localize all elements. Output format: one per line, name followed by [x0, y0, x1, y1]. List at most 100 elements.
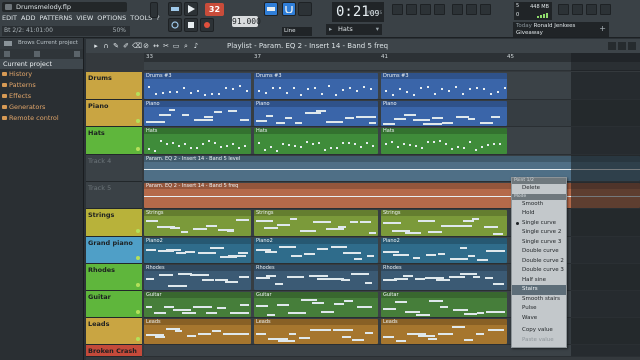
- help-icon[interactable]: [572, 4, 583, 15]
- pattern-clip[interactable]: Piano: [144, 101, 251, 126]
- pattern-clip[interactable]: Guitar: [254, 292, 378, 317]
- pencil-icon[interactable]: ✎: [112, 42, 120, 50]
- collapse-icon[interactable]: [4, 51, 10, 57]
- browser-view-button[interactable]: [466, 4, 477, 15]
- audio-settings-icon[interactable]: [586, 4, 597, 15]
- browser-item-generators[interactable]: Generators: [0, 102, 83, 113]
- download-icon[interactable]: [558, 4, 569, 15]
- track-header[interactable]: Drums: [86, 72, 142, 100]
- current-project-folder[interactable]: Current project: [0, 59, 83, 69]
- pattern-clip[interactable]: Hats: [254, 128, 378, 154]
- delete-tool-icon[interactable]: ⌫: [132, 42, 142, 50]
- track-enable-led[interactable]: [136, 310, 140, 314]
- track-header[interactable]: Rhodes: [86, 264, 142, 291]
- pattern-clip[interactable]: Leads: [144, 319, 251, 344]
- track-lane[interactable]: Hats Hats Hats: [144, 127, 640, 155]
- select-tool-icon[interactable]: ▭: [172, 42, 180, 50]
- track-enable-led[interactable]: [136, 92, 140, 96]
- track-enable-led[interactable]: [136, 256, 140, 260]
- pattern-clip[interactable]: Strings: [381, 210, 507, 236]
- menu-item-mode[interactable]: Double curve 2: [512, 257, 566, 267]
- magnet-icon[interactable]: ∩: [102, 42, 110, 50]
- slip-tool-icon[interactable]: ↔: [152, 42, 160, 50]
- news-panel[interactable]: Today Ronald Jenkees Giveaway +: [513, 22, 609, 37]
- slice-tool-icon[interactable]: ✂: [162, 42, 170, 50]
- playlist-titlebar[interactable]: ▸ ∩ ✎ ✐ ⌫ ⊘ ↔ ✂ ▭ ⌕ ♪ Playlist - Param. …: [86, 39, 640, 53]
- song-mode-button[interactable]: [168, 2, 182, 16]
- track-header[interactable]: Strings: [86, 209, 142, 237]
- tempo-tapper-button[interactable]: [480, 4, 491, 15]
- track-lane[interactable]: Drums #3 Drums #3 Drums #3: [144, 72, 640, 100]
- pattern-clip[interactable]: Hats: [144, 128, 251, 154]
- track-header[interactable]: Guitar: [86, 291, 142, 318]
- menu-view[interactable]: VIEW: [76, 13, 93, 23]
- tempo-display[interactable]: 91.000: [232, 16, 261, 27]
- track-header[interactable]: Leads: [86, 318, 142, 345]
- pattern-clip[interactable]: Strings: [254, 210, 378, 236]
- menu-item-mode[interactable]: Smooth: [512, 200, 566, 210]
- piano-roll-view-button[interactable]: [406, 4, 417, 15]
- track-header[interactable]: Hats: [86, 127, 142, 155]
- pattern-clip[interactable]: Strings: [144, 210, 251, 236]
- track-header[interactable]: Piano: [86, 100, 142, 127]
- close-icon[interactable]: [628, 42, 636, 50]
- time-selection-strip[interactable]: [144, 62, 640, 70]
- menu-item-delete[interactable]: Delete: [512, 184, 566, 194]
- play-button[interactable]: [184, 2, 198, 16]
- menu-options[interactable]: OPTIONS: [97, 13, 126, 23]
- menu-edit[interactable]: EDIT: [2, 13, 17, 23]
- browser-item-patterns[interactable]: Patterns: [0, 80, 83, 91]
- record-button[interactable]: [200, 18, 214, 32]
- brush-icon[interactable]: ✐: [122, 42, 130, 50]
- project-title[interactable]: Drumsmelody.flp: [2, 2, 127, 12]
- blend-notes-button[interactable]: [298, 2, 312, 16]
- pattern-clip[interactable]: Piano2: [144, 238, 251, 263]
- snap-button[interactable]: [282, 2, 296, 16]
- track-header[interactable]: Broken Crash: [86, 345, 142, 357]
- pattern-clip[interactable]: Leads: [381, 319, 507, 344]
- pattern-clip[interactable]: Piano: [254, 101, 378, 126]
- pattern-clip[interactable]: Leads: [254, 319, 378, 344]
- pattern-clip[interactable]: Piano2: [381, 238, 507, 263]
- pattern-selector[interactable]: ▸ Hats ▾: [326, 24, 382, 35]
- browser-header[interactable]: Brows Current project: [0, 38, 83, 49]
- menu-item-mode[interactable]: Double curve: [512, 247, 566, 257]
- pattern-clip[interactable]: Drums #3: [254, 73, 378, 99]
- menu-tools[interactable]: TOOLS: [130, 13, 152, 23]
- track-header[interactable]: Track 4: [86, 155, 142, 182]
- track-enable-led[interactable]: [136, 119, 140, 123]
- track-enable-led[interactable]: [136, 283, 140, 287]
- menu-item-mode[interactable]: Single curve 2: [512, 228, 566, 238]
- master-volume-slider[interactable]: [150, 2, 158, 18]
- menu-item-mode[interactable]: Half sine: [512, 276, 566, 286]
- typing-keyboard-button[interactable]: [264, 2, 278, 16]
- playback-tool-icon[interactable]: ♪: [192, 42, 200, 50]
- search-icon[interactable]: [74, 51, 80, 57]
- pattern-clip[interactable]: Rhodes: [254, 265, 378, 290]
- plus-icon[interactable]: +: [599, 25, 606, 33]
- pattern-clip[interactable]: Drums #3: [381, 73, 507, 99]
- track-lane[interactable]: Piano Piano Piano: [144, 100, 640, 127]
- menu-item-mode[interactable]: Pulse: [512, 304, 566, 314]
- menu-patterns[interactable]: PATTERNS: [39, 13, 72, 23]
- track-header[interactable]: Track 5: [86, 182, 142, 209]
- zoom-tool-icon[interactable]: ⌕: [182, 42, 190, 50]
- menu-arrow-icon[interactable]: ▸: [92, 42, 100, 50]
- sort-icon[interactable]: [34, 51, 40, 57]
- song-time-display[interactable]: 0:2109 M:S:CS: [332, 2, 384, 22]
- loop-button[interactable]: [168, 18, 182, 32]
- browser-item-history[interactable]: History: [0, 69, 83, 80]
- playlist-view-button[interactable]: [392, 4, 403, 15]
- snap-mode-select[interactable]: Line: [282, 27, 312, 36]
- channel-rack-view-button[interactable]: [420, 4, 431, 15]
- timeline-ruler[interactable]: 33 37 41 45: [144, 53, 640, 71]
- menu-item-mode[interactable]: Single curve 3: [512, 238, 566, 248]
- track-enable-led[interactable]: [136, 147, 140, 151]
- mixer-view-button[interactable]: [434, 4, 445, 15]
- menu-add[interactable]: ADD: [21, 13, 35, 23]
- menu-item-mode[interactable]: Double curve 3: [512, 266, 566, 276]
- browser-item-remote-control[interactable]: Remote control: [0, 113, 83, 124]
- pattern-clip[interactable]: Guitar: [381, 292, 507, 317]
- pattern-clip[interactable]: Piano2: [254, 238, 378, 263]
- menu-item-mode[interactable]: Smooth stairs: [512, 295, 566, 305]
